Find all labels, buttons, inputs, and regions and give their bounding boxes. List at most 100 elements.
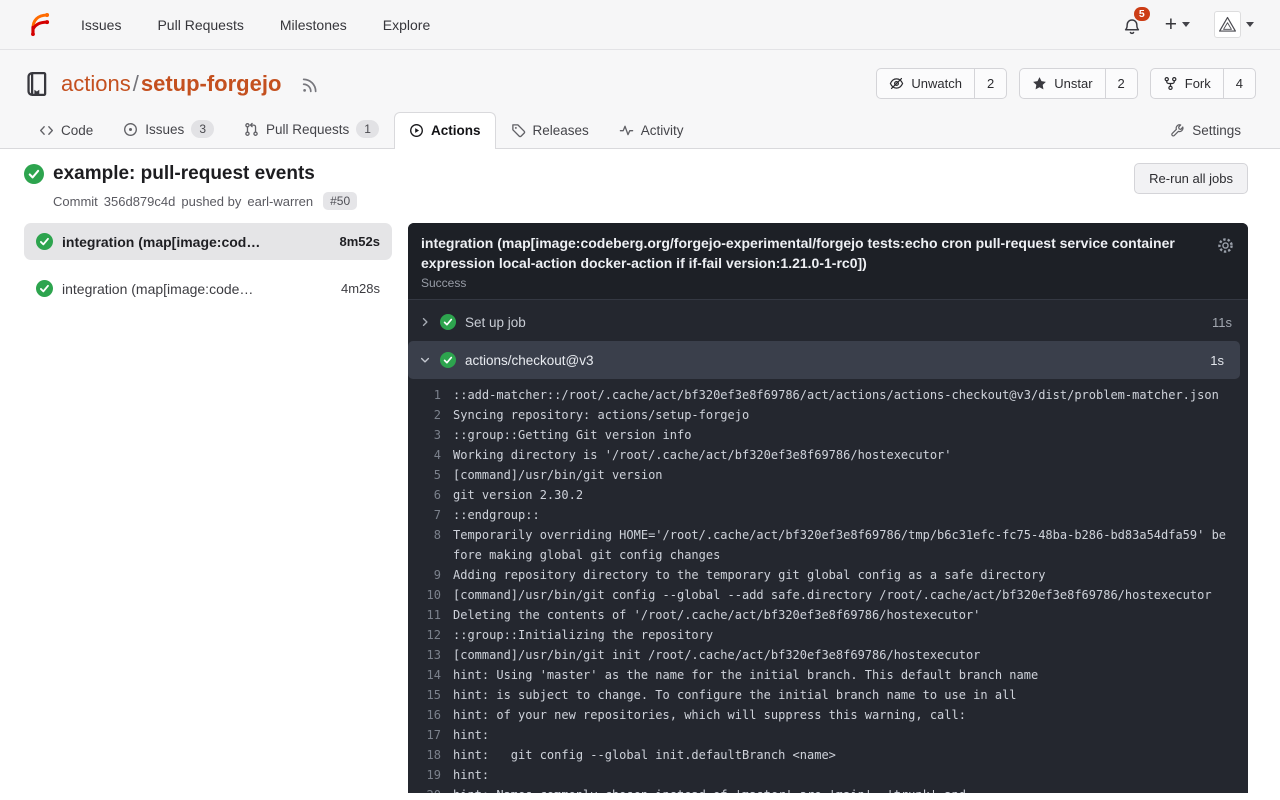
log-line: 6 git version 2.30.2 [408,485,1236,505]
pull-request-icon [244,122,259,137]
job-duration: 8m52s [340,234,380,249]
log-line-text: ::add-matcher::/root/.cache/act/bf320ef3… [453,385,1236,405]
log-line-number [408,545,453,565]
chevron-right-icon [419,316,431,328]
user-menu[interactable] [1214,11,1254,38]
success-check-icon [36,280,53,297]
job-list: integration (map[image:cod… 8m52s integr… [24,223,392,317]
tab-pull-requests[interactable]: Pull Requests 1 [229,109,394,149]
nav-item-milestones[interactable]: Milestones [280,17,347,33]
tab-releases[interactable]: Releases [496,112,604,149]
forks-count[interactable]: 4 [1223,69,1255,98]
log-line-text: ::group::Initializing the repository [453,625,1236,645]
avatar [1214,11,1241,38]
eye-slash-icon [889,76,904,91]
stars-count[interactable]: 2 [1105,69,1137,98]
watch-button-group: Unwatch 2 [876,68,1007,99]
success-check-icon [24,164,44,184]
log-line-number: 8 [408,525,453,545]
tab-actions[interactable]: Actions [394,112,496,149]
log-line-text: hint: of your new repositories, which wi… [453,705,1236,725]
issue-circle-icon [123,122,138,137]
job-name: integration (map[image:code… [62,281,253,297]
success-check-icon [440,352,456,368]
actions-run-page: example: pull-request events Commit 356d… [0,149,1280,793]
log-line-number: 15 [408,685,453,705]
log-line-number: 12 [408,625,453,645]
job-status: Success [421,276,1202,290]
watchers-count[interactable]: 2 [974,69,1006,98]
pushed-by-text: pushed by [181,194,241,209]
repo-action-buttons: Unwatch 2 Unstar 2 [876,68,1256,99]
log-line-text: hint: Names commonly chosen instead of '… [453,785,1236,793]
log-line: 16 hint: of your new repositories, which… [408,705,1236,725]
rss-icon[interactable] [301,77,318,94]
repo-owner-link[interactable]: actions [61,71,131,96]
wrench-icon [1170,123,1185,138]
commit-hash-link[interactable]: 356d879c4d [104,194,176,209]
log-line-text: Temporarily overriding HOME='/root/.cach… [453,525,1236,545]
log-line-number: 19 [408,765,453,785]
top-navbar: Issues Pull Requests Milestones Explore … [0,0,1280,50]
nav-item-issues[interactable]: Issues [81,17,121,33]
log-line-text: git version 2.30.2 [453,485,1236,505]
log-line-number: 18 [408,745,453,765]
breadcrumb: actions/setup-forgejo [61,71,281,97]
log-line: 8 Temporarily overriding HOME='/root/.ca… [408,525,1236,545]
nav-item-explore[interactable]: Explore [383,17,430,33]
repo-book-icon [24,71,50,97]
log-line: 12 ::group::Initializing the repository [408,625,1236,645]
log-line-number: 4 [408,445,453,465]
tab-settings[interactable]: Settings [1155,112,1256,149]
nav-item-pull-requests[interactable]: Pull Requests [157,17,243,33]
rerun-all-jobs-button[interactable]: Re-run all jobs [1134,163,1248,194]
navbar-right: 5 + [1123,11,1254,38]
forgejo-logo-icon[interactable] [26,11,53,38]
unwatch-button[interactable]: Unwatch [877,69,974,98]
log-line: fore making global git config changes [408,545,1236,565]
notification-count-badge: 5 [1134,7,1150,22]
tab-activity[interactable]: Activity [604,112,699,149]
repo-name-link[interactable]: setup-forgejo [141,71,282,96]
log-line-number: 5 [408,465,453,485]
log-line-number: 13 [408,645,453,665]
log-line: 13 [command]/usr/bin/git init /root/.cac… [408,645,1236,665]
step-list: Set up job 11s actions/checkout@v3 1s 1 … [408,300,1248,793]
pull-requests-count-badge: 1 [356,120,379,138]
tab-code[interactable]: Code [24,112,108,149]
author-link[interactable]: earl-warren [247,194,313,209]
tab-issues[interactable]: Issues 3 [108,109,229,149]
chevron-down-icon [1182,22,1190,27]
job-item[interactable]: integration (map[image:cod… 8m52s [24,223,392,260]
breadcrumb-separator: / [133,71,139,96]
step-duration: 1s [1210,353,1224,368]
log-settings-gear-icon[interactable] [1216,236,1235,255]
log-line-text: hint: is subject to change. To configure… [453,685,1236,705]
run-title: example: pull-request events [24,163,357,185]
step-actions-checkout[interactable]: actions/checkout@v3 1s [408,341,1240,379]
run-number-badge: #50 [323,192,357,210]
chevron-down-icon [1246,22,1254,27]
log-line: 3 ::group::Getting Git version info [408,425,1236,445]
job-duration: 4m28s [341,281,380,296]
log-line-text: hint: [453,765,1236,785]
log-line-number: 14 [408,665,453,685]
log-line-text: hint: Using 'master' as the name for the… [453,665,1236,685]
issues-count-badge: 3 [191,120,214,138]
play-circle-icon [409,123,424,138]
commit-prefix: Commit [53,194,98,209]
unstar-button[interactable]: Unstar [1020,69,1104,98]
log-line-text: Working directory is '/root/.cache/act/b… [453,445,1236,465]
fork-button[interactable]: Fork [1151,69,1223,98]
create-new-menu[interactable]: + [1165,14,1190,35]
log-line: 10 [command]/usr/bin/git config --global… [408,585,1236,605]
log-line: 18 hint: git config --global init.defaul… [408,745,1236,765]
job-item[interactable]: integration (map[image:code… 4m28s [24,270,392,307]
notifications-bell-icon[interactable]: 5 [1123,14,1141,36]
repo-tabs: Code Issues 3 Pull Requests 1 Actions [24,109,1256,148]
log-line-text: hint: [453,725,1236,745]
step-duration: 11s [1212,315,1232,330]
success-check-icon [36,233,53,250]
step-setup-job[interactable]: Set up job 11s [408,303,1248,341]
job-log-panel: integration (map[image:codeberg.org/forg… [408,223,1248,793]
